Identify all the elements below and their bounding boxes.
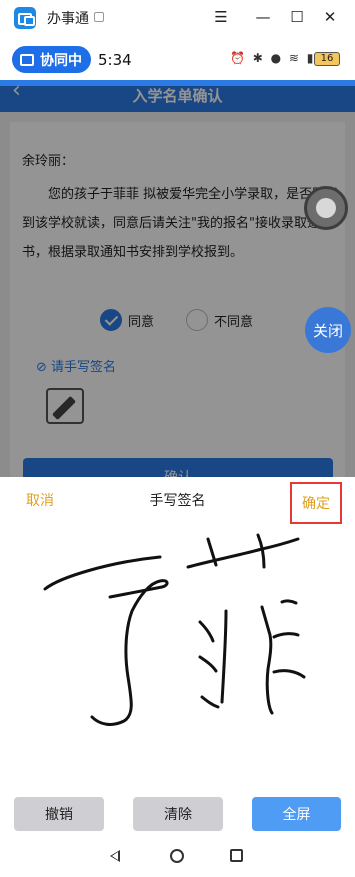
signature-canvas[interactable] [0,527,355,787]
nav-home-icon[interactable] [170,849,184,863]
collab-label: 协同中 [40,52,82,69]
floating-assistive-button[interactable] [304,186,348,230]
undo-button[interactable]: 撤销 [14,797,104,831]
app-logo-icon [14,7,36,29]
system-navigation-bar [0,834,355,877]
status-bar: 协同中 5:34 ⏰ ✱ ● ≋ ▮▮▮ 16 [0,34,355,86]
pin-icon[interactable] [94,12,104,22]
maximize-button[interactable]: ☐ [285,6,309,28]
close-fab-button[interactable]: 关闭 [305,307,351,353]
window-titlebar: 办事通 ☰ — ☐ ✕ [0,0,355,34]
collab-indicator[interactable]: 协同中 [12,46,91,73]
ok-button[interactable]: 确定 [290,482,342,524]
fullscreen-button[interactable]: 全屏 [252,797,341,831]
ok-label: 确定 [302,496,330,512]
minimize-button[interactable]: — [251,6,275,28]
signature-strokes [43,533,306,726]
clear-button[interactable]: 清除 [133,797,223,831]
status-time: 5:34 [98,51,132,69]
screen-share-icon [20,53,34,66]
menu-button[interactable]: ☰ [209,6,233,28]
app-title: 办事通 [47,11,89,27]
nav-back-icon[interactable] [110,850,120,862]
close-window-button[interactable]: ✕ [318,6,342,28]
battery-icon: 16 [314,52,340,66]
signature-sheet: 手写签名 取消 确定 撤销 清除 全屏 [0,477,355,877]
nav-recents-icon[interactable] [230,849,243,862]
cancel-button[interactable]: 取消 [26,490,54,510]
modal-overlay[interactable] [0,86,355,477]
